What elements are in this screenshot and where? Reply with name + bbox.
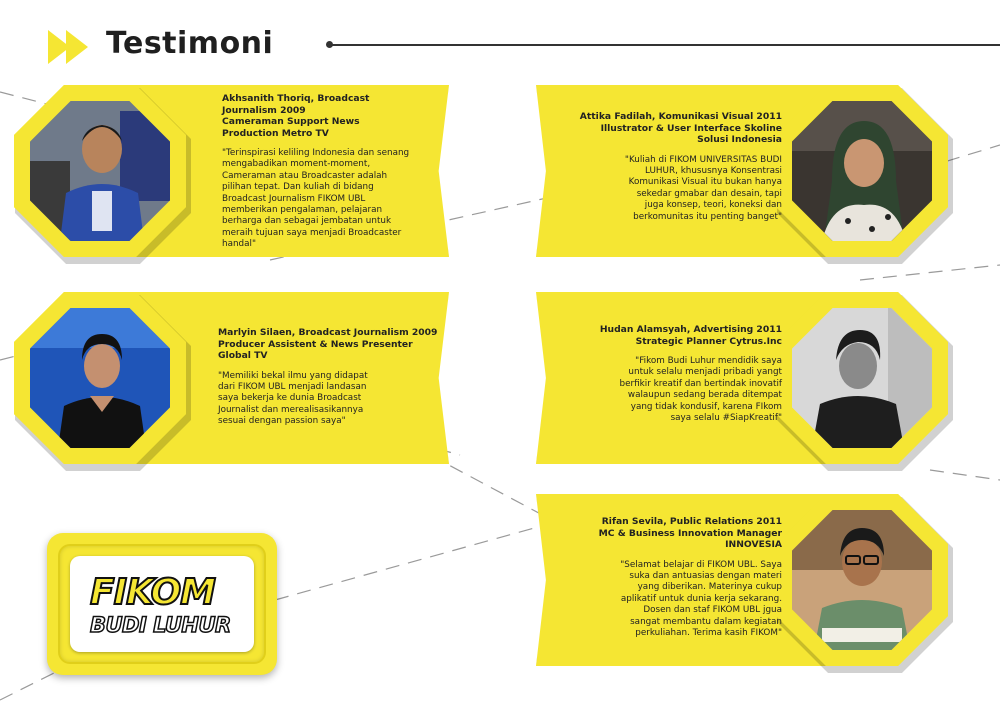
testimonial-card: Hudan Alamsyah, Advertising 2011 Strateg…	[536, 292, 964, 471]
testimonial-name: Rifan Sevila, Public Relations 2011 MC &…	[598, 516, 782, 550]
photo-frame	[776, 292, 948, 464]
testimonial-photo	[792, 101, 932, 241]
testimonial-quote: "Memiliki bekal ilmu yang didapat dari F…	[218, 370, 368, 427]
photo-frame	[776, 494, 948, 666]
testimonial-name: Akhsanith Thoriq, Broadcast Journalism 2…	[222, 93, 370, 139]
testimonial-text: Akhsanith Thoriq, Broadcast Journalism 2…	[222, 93, 437, 251]
testimonial-text: Hudan Alamsyah, Advertising 2011 Strateg…	[556, 324, 782, 424]
testimonial-quote: "Selamat belajar di FIKOM UBL. Saya suka…	[620, 559, 782, 638]
testimonial-text: Marlyin Silaen, Broadcast Journalism 200…	[218, 327, 443, 428]
logo-text-budi-luhur: BUDI LUHUR	[89, 612, 232, 638]
testimonial-card: Rifan Sevila, Public Relations 2011 MC &…	[536, 494, 964, 673]
testimonial-card: Attika Fadilah, Komunikasi Visual 2011 I…	[536, 85, 964, 264]
testimonial-name: Attika Fadilah, Komunikasi Visual 2011 I…	[579, 111, 782, 145]
photo-frame	[14, 85, 186, 257]
testimonial-photo	[792, 510, 932, 650]
page-title: Testimoni	[106, 26, 274, 61]
testimonial-photo	[30, 308, 170, 448]
testimonial-photo	[792, 308, 932, 448]
testimonial-name: Marlyin Silaen, Broadcast Journalism 200…	[218, 327, 438, 361]
testimonial-card: Marlyin Silaen, Broadcast Journalism 200…	[14, 292, 449, 471]
logo-inner-frame: FIKOM BUDI LUHUR	[58, 544, 266, 664]
testimonial-quote: "Kuliah di FIKOM UNIVERSITAS BUDI LUHUR,…	[624, 154, 782, 222]
testimonial-name: Hudan Alamsyah, Advertising 2011 Strateg…	[599, 324, 782, 347]
testimonial-card: Akhsanith Thoriq, Broadcast Journalism 2…	[14, 85, 449, 264]
testimonial-quote: "Fikom Budi Luhur mendidik saya untuk se…	[619, 356, 783, 424]
testimonial-photo	[30, 101, 170, 241]
logo-text-fikom: FIKOM	[89, 571, 217, 614]
photo-frame	[14, 292, 186, 464]
double-chevron-right-icon	[48, 30, 88, 64]
header-rule	[330, 44, 1000, 46]
fikom-logo: FIKOM BUDI LUHUR	[70, 556, 254, 652]
testimonial-text: Attika Fadilah, Komunikasi Visual 2011 I…	[556, 111, 782, 223]
testimonial-quote: "Terinspirasi keliling Indonesia dan sen…	[222, 148, 410, 250]
photo-frame	[776, 85, 948, 257]
fikom-logo-frame: FIKOM BUDI LUHUR	[47, 533, 277, 675]
testimonial-text: Rifan Sevila, Public Relations 2011 MC &…	[556, 516, 782, 639]
